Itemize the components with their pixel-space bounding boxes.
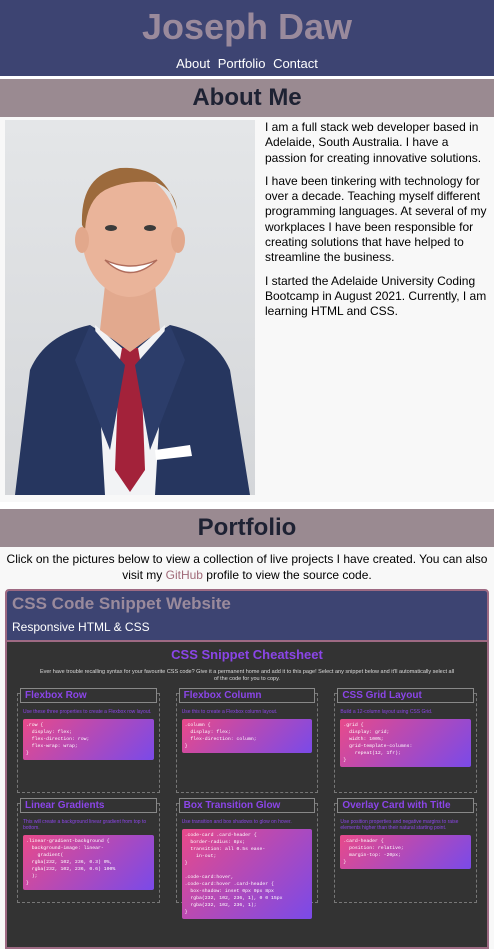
- snippet-grid: Flexbox Row Use these three properties t…: [7, 683, 487, 919]
- about-paragraph: I started the Adelaide University Coding…: [265, 273, 487, 319]
- project-screenshot[interactable]: CSS Snippet Cheatsheet Ever have trouble…: [7, 640, 487, 947]
- site-title: Joseph Daw: [141, 6, 353, 47]
- project-card[interactable]: CSS Code Snippet Website Responsive HTML…: [5, 589, 489, 949]
- snippet-card: CSS Grid Layout Build a 12-column layout…: [334, 688, 477, 793]
- project-card-header: CSS Code Snippet Website Responsive HTML…: [7, 591, 487, 640]
- snippet-code: .column { display: flex; flex-direction:…: [181, 719, 313, 753]
- snippet-card: Flexbox Row Use these three properties t…: [17, 688, 160, 793]
- snippet-code: .code-card .card-header { border-radius:…: [181, 829, 313, 919]
- snippet-description: Use these three properties to create a F…: [23, 709, 152, 715]
- nav-portfolio[interactable]: Portfolio: [218, 56, 266, 71]
- snippet-code: .grid { display: grid; width: 100%; grid…: [340, 719, 471, 767]
- snippet-code: .row { display: flex; flex-direction: ro…: [23, 719, 154, 760]
- snippet-title: Overlay Card with Title: [337, 798, 474, 813]
- portfolio-heading: Portfolio: [0, 509, 494, 547]
- snippet-description: Use this to create a Flexbox column layo…: [181, 709, 278, 715]
- snippet-description: Build a 12-column layout using CSS Grid.: [340, 709, 433, 715]
- about-heading: About Me: [0, 79, 494, 117]
- nav-contact[interactable]: Contact: [273, 56, 318, 71]
- portfolio-intro: Click on the pictures below to view a co…: [0, 547, 494, 589]
- site-header: Joseph Daw About Portfolio Contact: [0, 0, 494, 79]
- project-subtitle: Responsive HTML & CSS: [12, 620, 150, 634]
- screenshot-title: CSS Snippet Cheatsheet: [171, 647, 323, 662]
- snippet-code: .card-header { position: relative; margi…: [340, 835, 471, 869]
- snippet-description: Use transition and box shadows to glow o…: [181, 819, 292, 825]
- snippet-code: .linear-gradient-background { background…: [23, 835, 154, 890]
- about-text: I am a full stack web developer based in…: [265, 120, 490, 498]
- snippet-title: CSS Grid Layout: [337, 688, 474, 703]
- about-section: I am a full stack web developer based in…: [0, 117, 494, 502]
- github-link[interactable]: GitHub: [166, 568, 203, 582]
- snippet-card: Linear Gradients This will create a back…: [17, 798, 160, 903]
- portfolio-intro-text-end: profile to view the source code.: [202, 568, 372, 582]
- snippet-description: Use position properties and negative mar…: [340, 819, 459, 831]
- snippet-title: Flexbox Row: [20, 688, 157, 703]
- section-spacer: [0, 502, 494, 509]
- main-nav: About Portfolio Contact: [0, 56, 494, 71]
- snippet-card: Flexbox Column Use this to create a Flex…: [175, 688, 319, 793]
- nav-about[interactable]: About: [176, 56, 210, 71]
- profile-photo: [5, 120, 255, 495]
- snippet-title: Flexbox Column: [178, 688, 316, 703]
- project-title: CSS Code Snippet Website: [12, 594, 231, 613]
- snippet-card: Overlay Card with Title Use position pro…: [334, 798, 477, 903]
- snippet-card: Box Transition Glow Use transition and b…: [175, 798, 319, 919]
- snippet-title: Linear Gradients: [20, 798, 157, 813]
- snippet-description: This will create a background linear gra…: [23, 819, 147, 831]
- about-paragraph: I am a full stack web developer based in…: [265, 120, 482, 165]
- snippet-title: Box Transition Glow: [178, 798, 316, 813]
- screenshot-intro: Ever have trouble recalling syntax for y…: [39, 669, 455, 682]
- about-paragraph: I have been tinkering with technology fo…: [265, 173, 487, 265]
